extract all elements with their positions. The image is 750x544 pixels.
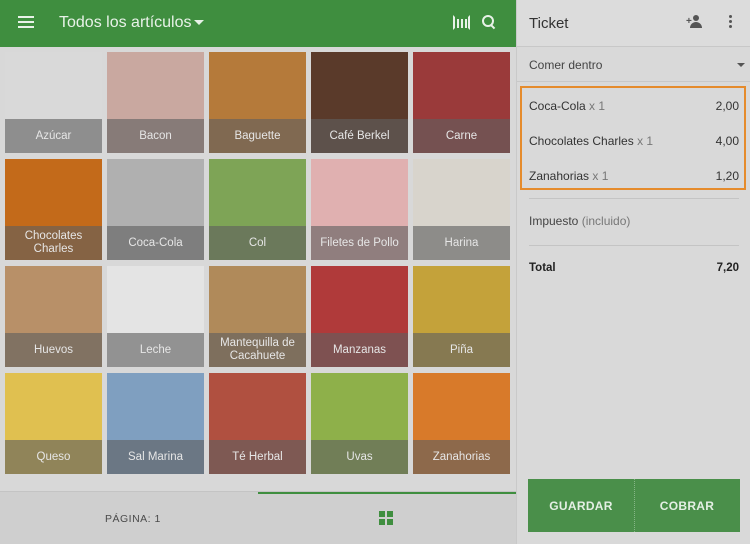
product-tile[interactable]: Baguette — [209, 52, 306, 153]
product-tile[interactable]: Azúcar — [5, 52, 102, 153]
dining-option-select[interactable]: Comer dentro — [517, 47, 750, 82]
ticket-title: Ticket — [529, 15, 569, 32]
product-label: Queso — [5, 440, 102, 474]
product-label: Mantequilla de Cacahuete — [209, 333, 306, 367]
menu-icon[interactable] — [18, 16, 34, 30]
add-customer-icon[interactable]: + — [686, 15, 704, 29]
grid-view-icon[interactable] — [379, 511, 393, 525]
product-tile[interactable]: Té Herbal — [209, 373, 306, 474]
product-tile[interactable]: Filetes de Pollo — [311, 159, 408, 260]
category-title[interactable]: Todos los artículos — [59, 14, 192, 32]
product-label: Col — [209, 226, 306, 260]
product-tile[interactable]: Café Berkel — [311, 52, 408, 153]
product-tile[interactable]: Piña — [413, 266, 510, 367]
chevron-down-icon[interactable] — [194, 20, 204, 25]
ticket-items-highlight: Coca-Cola x 1 2,00 Chocolates Charles x … — [520, 86, 746, 190]
active-tab-indicator — [258, 492, 516, 494]
product-label: Manzanas — [311, 333, 408, 367]
product-label: Harina — [413, 226, 510, 260]
bottom-bar: PÁGINA: 1 — [0, 491, 516, 544]
product-tile[interactable]: Carne — [413, 52, 510, 153]
product-label: Zanahorias — [413, 440, 510, 474]
tax-note: (incluido) — [581, 214, 631, 228]
ticket-item[interactable]: Coca-Cola x 1 2,00 — [529, 99, 739, 113]
product-label: Chocolates Charles — [5, 226, 102, 260]
item-name: Coca-Cola — [529, 99, 586, 113]
item-price: 2,00 — [715, 99, 739, 113]
dining-option-value: Comer dentro — [529, 58, 603, 72]
search-icon[interactable] — [482, 15, 496, 29]
product-tile[interactable]: Zanahorias — [413, 373, 510, 474]
chevron-down-icon — [737, 63, 745, 67]
product-label: Coca-Cola — [107, 226, 204, 260]
product-tile[interactable]: Coca-Cola — [107, 159, 204, 260]
product-label: Azúcar — [5, 119, 102, 153]
item-name: Chocolates Charles — [529, 134, 634, 148]
items-panel: Todos los artículos Azúcar Bacon Baguett… — [0, 0, 516, 544]
ticket-item[interactable]: Zanahorias x 1 1,20 — [529, 169, 739, 183]
product-tile[interactable]: Bacon — [107, 52, 204, 153]
item-name: Zanahorias — [529, 169, 590, 183]
product-tile[interactable]: Leche — [107, 266, 204, 367]
barcode-scan-icon[interactable] — [453, 15, 470, 30]
item-quantity: x 1 — [637, 134, 654, 148]
product-tile[interactable]: Sal Marina — [107, 373, 204, 474]
item-price: 4,00 — [715, 134, 739, 148]
product-label: Baguette — [209, 119, 306, 153]
top-app-bar: Todos los artículos — [0, 0, 516, 47]
product-label: Carne — [413, 119, 510, 153]
product-label: Piña — [413, 333, 510, 367]
product-tile[interactable]: Mantequilla de Cacahuete — [209, 266, 306, 367]
product-label: Huevos — [5, 333, 102, 367]
product-tile[interactable]: Huevos — [5, 266, 102, 367]
charge-button[interactable]: COBRAR — [634, 479, 740, 532]
product-label: Té Herbal — [209, 440, 306, 474]
divider — [529, 245, 739, 246]
product-tile[interactable]: Uvas — [311, 373, 408, 474]
item-quantity: x 1 — [592, 169, 609, 183]
item-quantity: x 1 — [589, 99, 606, 113]
total-label: Total — [529, 262, 556, 274]
product-tile[interactable]: Queso — [5, 373, 102, 474]
more-options-icon[interactable] — [729, 15, 732, 30]
product-label: Café Berkel — [311, 119, 408, 153]
save-button[interactable]: GUARDAR — [528, 479, 634, 532]
total-row: Total 7,20 — [529, 262, 739, 274]
divider — [529, 198, 739, 199]
product-label: Bacon — [107, 119, 204, 153]
product-tile[interactable]: Harina — [413, 159, 510, 260]
ticket-panel: Ticket + Comer dentro Coca-Cola x 1 2,00… — [516, 0, 750, 544]
page-indicator[interactable]: PÁGINA: 1 — [105, 513, 161, 525]
ticket-item[interactable]: Chocolates Charles x 1 4,00 — [529, 134, 739, 148]
tax-row: Impuesto (incluido) — [529, 214, 630, 228]
tax-label: Impuesto — [529, 214, 579, 228]
item-price: 1,20 — [715, 169, 739, 183]
product-label: Sal Marina — [107, 440, 204, 474]
ticket-actions: GUARDAR COBRAR — [528, 479, 740, 532]
product-tile[interactable]: Col — [209, 159, 306, 260]
product-label: Filetes de Pollo — [311, 226, 408, 260]
product-tile[interactable]: Manzanas — [311, 266, 408, 367]
ticket-header: Ticket + — [517, 0, 750, 47]
product-tile[interactable]: Chocolates Charles — [5, 159, 102, 260]
product-label: Uvas — [311, 440, 408, 474]
total-value: 7,20 — [716, 262, 739, 274]
product-label: Leche — [107, 333, 204, 367]
